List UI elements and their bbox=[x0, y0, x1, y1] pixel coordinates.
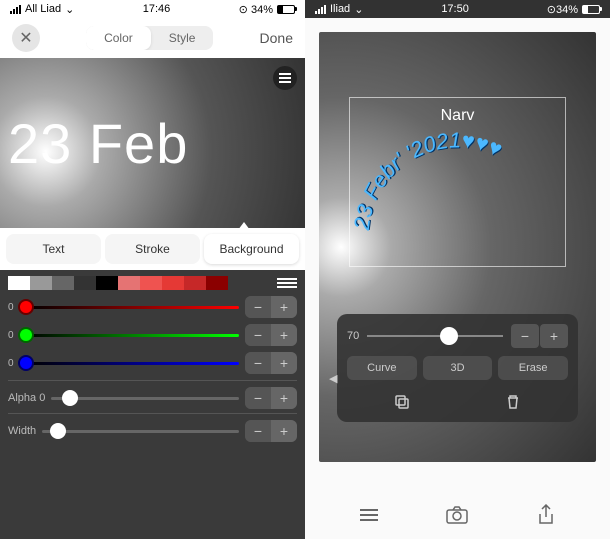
control-tabs: Curve 3D Erase bbox=[347, 356, 568, 380]
tab-erase[interactable]: Erase bbox=[498, 356, 568, 380]
share-icon[interactable] bbox=[534, 503, 558, 527]
battery-icon bbox=[277, 5, 295, 14]
property-tabs: Text Stroke Background bbox=[0, 228, 305, 270]
signal-icon bbox=[315, 5, 326, 14]
swatch-red4[interactable] bbox=[184, 276, 206, 290]
segment-control: Color Style bbox=[86, 26, 213, 50]
width-row: Width −+ bbox=[8, 413, 297, 442]
green-minus-button[interactable]: − bbox=[245, 324, 271, 346]
slider-blue[interactable] bbox=[26, 362, 239, 365]
swatch-row bbox=[8, 276, 297, 290]
stepper-green: −+ bbox=[245, 324, 297, 346]
carrier-label: Iliad bbox=[330, 3, 350, 15]
slider-green-row: 0 −+ bbox=[8, 324, 297, 346]
slider-red-row: 0 −+ bbox=[8, 296, 297, 318]
done-button[interactable]: Done bbox=[260, 30, 293, 46]
edit-canvas[interactable]: 23 Feb bbox=[0, 58, 305, 228]
phone-left: All Liad ⌄ 17:46 ⊙ 34% ✕ Color Style Don… bbox=[0, 0, 305, 539]
date-overlay: 23 Feb bbox=[8, 111, 188, 176]
swatch-gray2[interactable] bbox=[52, 276, 74, 290]
control-panel: ◀ 70 −+ Curve 3D Erase bbox=[337, 314, 578, 422]
copy-icon[interactable] bbox=[392, 392, 412, 412]
swatch-red5[interactable] bbox=[206, 276, 228, 290]
swatch-gray[interactable] bbox=[30, 276, 52, 290]
segment-color[interactable]: Color bbox=[86, 26, 151, 50]
blue-plus-button[interactable]: + bbox=[271, 352, 297, 374]
tab-text[interactable]: Text bbox=[6, 234, 101, 264]
swatch-black[interactable] bbox=[96, 276, 118, 290]
alpha-row: Alpha 0 −+ bbox=[8, 380, 297, 409]
curved-text-svg: 23 Febr' '2021♥♥♥ bbox=[349, 97, 566, 267]
stepper-blue: −+ bbox=[245, 352, 297, 374]
swatch-red3[interactable] bbox=[162, 276, 184, 290]
wifi-icon: ⌄ bbox=[354, 3, 363, 16]
battery-percent: ⊙ 34% bbox=[239, 3, 273, 16]
alpha-minus-button[interactable]: − bbox=[245, 387, 271, 409]
right-canvas[interactable]: Narv 23 Febr' '2021♥♥♥ ◀ 70 −+ Curve 3D … bbox=[319, 32, 596, 462]
slider-green-thumb[interactable] bbox=[18, 327, 34, 343]
status-bar-right: Iliad ⌄ 17:50 ⊙34% bbox=[305, 0, 610, 18]
tab-stroke[interactable]: Stroke bbox=[105, 234, 200, 264]
control-plus-button[interactable]: + bbox=[540, 324, 568, 348]
control-slider-thumb[interactable] bbox=[440, 327, 458, 345]
swatch-menu-icon[interactable] bbox=[277, 278, 297, 288]
menu-icon[interactable] bbox=[357, 503, 381, 527]
tab-background[interactable]: Background bbox=[204, 234, 299, 264]
alpha-plus-button[interactable]: + bbox=[271, 387, 297, 409]
battery-percent: ⊙34% bbox=[547, 3, 578, 16]
control-slider[interactable] bbox=[367, 335, 503, 337]
slider-green[interactable] bbox=[26, 334, 239, 337]
status-bar-left: All Liad ⌄ 17:46 ⊙ 34% bbox=[0, 0, 305, 18]
trash-icon[interactable] bbox=[503, 392, 523, 412]
red-minus-button[interactable]: − bbox=[245, 296, 271, 318]
slider-width[interactable] bbox=[42, 430, 239, 433]
alpha-label: Alpha 0 bbox=[8, 392, 45, 404]
width-label: Width bbox=[8, 425, 36, 437]
control-minus-button[interactable]: − bbox=[511, 324, 539, 348]
control-slider-row: 70 −+ bbox=[347, 324, 568, 348]
svg-text:23 Febr' '2021♥♥♥: 23 Febr' '2021♥♥♥ bbox=[349, 127, 506, 232]
tab-3d[interactable]: 3D bbox=[423, 356, 493, 380]
width-plus-button[interactable]: + bbox=[271, 420, 297, 442]
clock-label: 17:46 bbox=[143, 3, 171, 15]
stepper-red: −+ bbox=[245, 296, 297, 318]
red-plus-button[interactable]: + bbox=[271, 296, 297, 318]
control-value: 70 bbox=[347, 330, 359, 342]
control-stepper: −+ bbox=[511, 324, 568, 348]
swatch-red1[interactable] bbox=[118, 276, 140, 290]
clock-label: 17:50 bbox=[441, 3, 469, 15]
tab-curve[interactable]: Curve bbox=[347, 356, 417, 380]
swatch-white[interactable] bbox=[8, 276, 30, 290]
blue-minus-button[interactable]: − bbox=[245, 352, 271, 374]
control-icons bbox=[347, 388, 568, 412]
stepper-alpha: −+ bbox=[245, 387, 297, 409]
carrier-label: All Liad bbox=[25, 3, 61, 15]
chevron-left-icon[interactable]: ◀ bbox=[329, 372, 337, 385]
canvas-menu-icon[interactable] bbox=[273, 66, 297, 90]
close-button[interactable]: ✕ bbox=[12, 24, 40, 52]
swatch-gray3[interactable] bbox=[74, 276, 96, 290]
swatch-red2[interactable] bbox=[140, 276, 162, 290]
segment-style[interactable]: Style bbox=[151, 26, 214, 50]
green-plus-button[interactable]: + bbox=[271, 324, 297, 346]
wifi-icon: ⌄ bbox=[65, 3, 74, 16]
slider-width-thumb[interactable] bbox=[50, 423, 66, 439]
slider-blue-row: 0 −+ bbox=[8, 352, 297, 374]
camera-icon[interactable] bbox=[445, 503, 469, 527]
color-panel: 0 −+ 0 −+ 0 −+ Alpha 0 −+ Width −+ bbox=[0, 270, 305, 539]
battery-icon bbox=[582, 5, 600, 14]
slider-red-thumb[interactable] bbox=[18, 299, 34, 315]
phone-right: Iliad ⌄ 17:50 ⊙34% Narv 23 Febr' '2021♥♥… bbox=[305, 0, 610, 539]
width-minus-button[interactable]: − bbox=[245, 420, 271, 442]
bottom-bar bbox=[305, 491, 610, 539]
stepper-width: −+ bbox=[245, 420, 297, 442]
signal-icon bbox=[10, 5, 21, 14]
slider-alpha[interactable] bbox=[51, 397, 239, 400]
slider-blue-thumb[interactable] bbox=[18, 355, 34, 371]
slider-red[interactable] bbox=[26, 306, 239, 309]
top-bar: ✕ Color Style Done bbox=[0, 18, 305, 58]
slider-alpha-thumb[interactable] bbox=[62, 390, 78, 406]
